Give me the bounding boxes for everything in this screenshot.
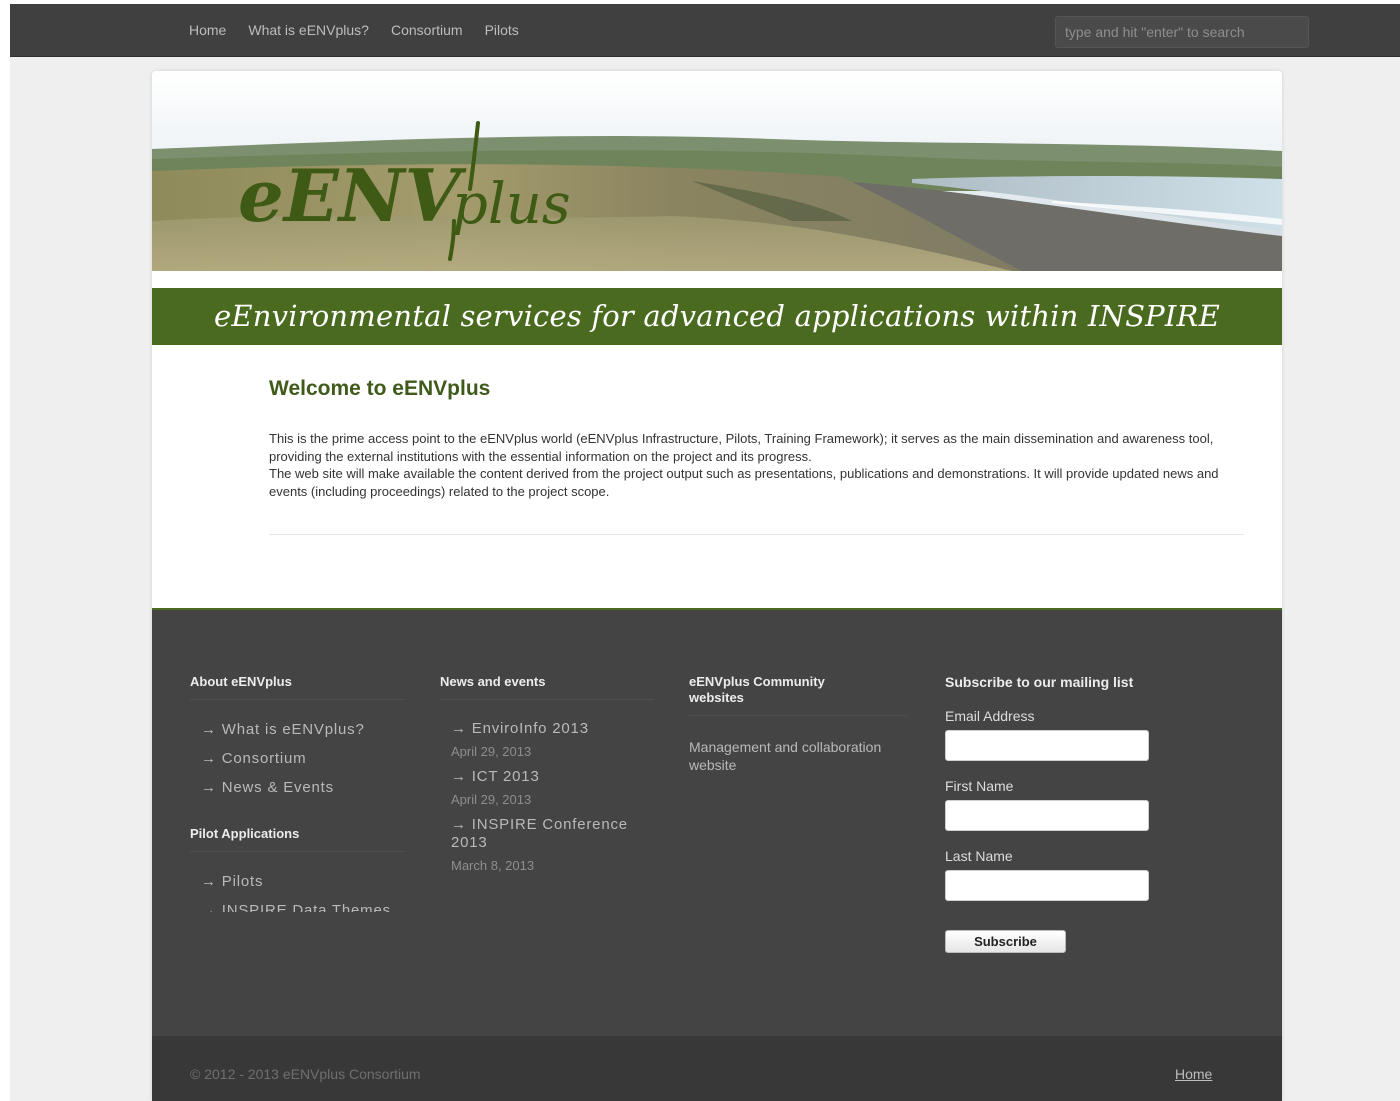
footer-news-column: News and events → EnviroInfo 2013 April … <box>440 674 654 882</box>
intro-paragraph-2: The web site will make available the con… <box>269 466 1219 499</box>
nav-home-link[interactable]: Home <box>178 22 237 38</box>
footer-link-pilots[interactable]: → Pilots <box>201 872 404 892</box>
page-title: Welcome to eENVplus <box>269 377 491 400</box>
news-item-date: April 29, 2013 <box>451 744 532 759</box>
about-heading: About eENVplus <box>190 674 404 700</box>
email-label: Email Address <box>945 708 1035 724</box>
tagline-bar: eEnvironmental services for advanced app… <box>152 288 1282 345</box>
news-list: → EnviroInfo 2013 April 29, 2013 → ICT 2… <box>440 720 654 875</box>
content-divider <box>269 534 1244 535</box>
footer: About eENVplus → What is eENVplus? → Con… <box>152 608 1282 1036</box>
footer-community-column: eENVplus Community websites Management a… <box>689 674 907 774</box>
news-item-date: April 29, 2013 <box>451 792 532 807</box>
first-name-field[interactable] <box>945 800 1149 831</box>
header-banner: eENV plus <box>152 71 1282 271</box>
pilot-list-clip: → Pilots → INSPIRE Data Themes <box>190 852 404 912</box>
nav-what-is-link[interactable]: What is eENVplus? <box>237 22 380 38</box>
about-list: → What is eENVplus? → Consortium → News … <box>190 720 404 798</box>
last-name-label: Last Name <box>945 848 1013 864</box>
community-link[interactable]: Management and collaboration website <box>689 738 907 774</box>
news-item-date: March 8, 2013 <box>451 858 535 873</box>
news-item-title[interactable]: → INSPIRE Conference 2013 <box>451 816 654 852</box>
landscape-image: eENV plus <box>152 71 1282 271</box>
footer-link-consortium[interactable]: → Consortium <box>201 749 404 769</box>
pilot-list: → Pilots → INSPIRE Data Themes <box>190 872 404 912</box>
copyright-text: © 2012 - 2013 eENVplus Consortium <box>190 1066 421 1082</box>
news-heading: News and events <box>440 674 654 700</box>
nav-consortium-link[interactable]: Consortium <box>380 22 474 38</box>
footer-link-inspire-data-themes[interactable]: → INSPIRE Data Themes <box>201 901 404 912</box>
bottom-bar: © 2012 - 2013 eENVplus Consortium Home <box>152 1036 1282 1101</box>
nav-pilots-link[interactable]: Pilots <box>474 22 530 38</box>
news-item-title[interactable]: → ICT 2013 <box>451 768 654 786</box>
last-name-field[interactable] <box>945 870 1149 901</box>
top-navbar: Home What is eENVplus? Consortium Pilots <box>10 4 1400 57</box>
welcome-section: Welcome to eENVplus This is the prime ac… <box>269 377 1244 500</box>
footer-link-what-is[interactable]: → What is eENVplus? <box>201 720 404 740</box>
subscribe-button[interactable]: Subscribe <box>945 930 1066 953</box>
pilot-heading: Pilot Applications <box>190 826 404 852</box>
subscribe-heading: Subscribe to our mailing list <box>945 674 1134 690</box>
footer-subscribe-column: Subscribe to our mailing list Email Addr… <box>945 674 1175 953</box>
email-field[interactable] <box>945 730 1149 761</box>
search-input[interactable] <box>1055 16 1309 48</box>
community-heading: eENVplus Community websites <box>689 674 907 716</box>
footer-home-link[interactable]: Home <box>1175 1066 1212 1082</box>
footer-about-column: About eENVplus → What is eENVplus? → Con… <box>190 674 404 912</box>
main-card: eENV plus eEnvironmental services for ad… <box>152 71 1282 1101</box>
footer-link-news-events[interactable]: → News & Events <box>201 778 404 798</box>
logo-text: eENV <box>238 153 467 238</box>
intro-paragraph-1: This is the prime access point to the eE… <box>269 431 1214 464</box>
first-name-label: First Name <box>945 778 1014 794</box>
news-item-title[interactable]: → EnviroInfo 2013 <box>451 720 654 738</box>
nav-links: Home What is eENVplus? Consortium Pilots <box>178 22 530 38</box>
